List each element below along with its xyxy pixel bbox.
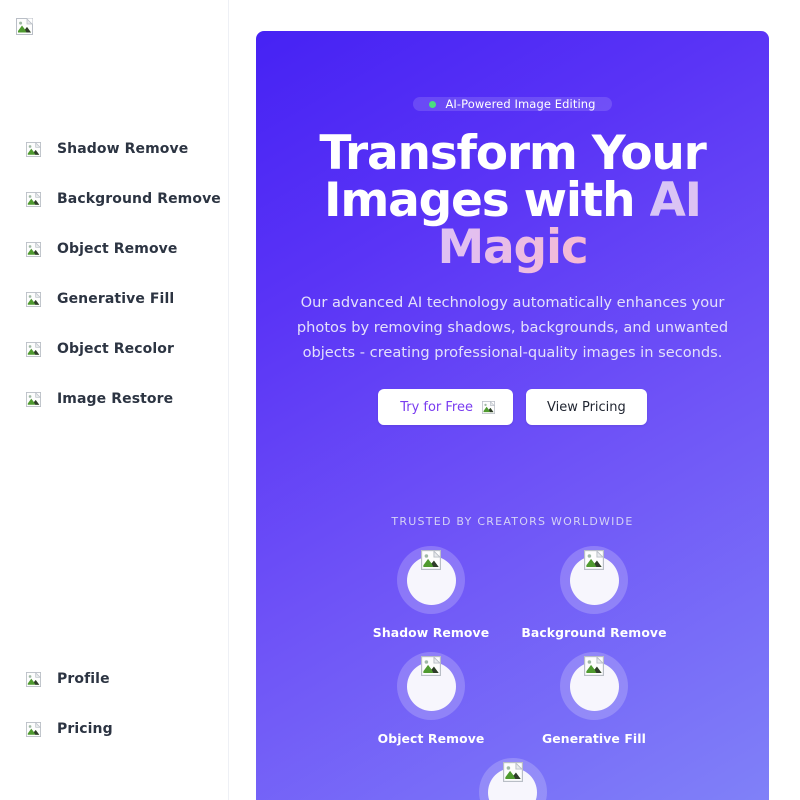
trusted-by-label: TRUSTED BY CREATORS WORLDWIDE (391, 515, 634, 528)
main-content: AI-Powered Image Editing Transform Your … (229, 0, 800, 800)
broken-image-icon (26, 241, 41, 257)
feature-circle (406, 549, 456, 605)
logo-broken-image-icon[interactable] (16, 18, 33, 35)
broken-image-icon (26, 341, 41, 357)
sidebar-item-profile[interactable]: Profile (0, 654, 228, 704)
sidebar-item-label: Object Remove (57, 241, 178, 257)
feature-shadow-remove[interactable]: Shadow Remove (350, 546, 513, 640)
broken-image-icon (26, 291, 41, 307)
feature-generative-fill[interactable]: Generative Fill (513, 652, 676, 746)
feature-grid: Shadow Remove Background Remove Object R… (293, 546, 733, 800)
view-pricing-button[interactable]: View Pricing (525, 389, 647, 425)
broken-image-icon (481, 400, 495, 414)
feature-ring (560, 652, 628, 720)
badge-dot-icon (429, 100, 437, 108)
broken-image-icon (26, 671, 41, 687)
sidebar-item-object-remove[interactable]: Object Remove (0, 224, 228, 274)
sidebar-item-generative-fill[interactable]: Generative Fill (0, 274, 228, 324)
sidebar-item-label: Profile (57, 671, 110, 687)
sidebar-bottom-nav: Profile Pricing (0, 654, 228, 800)
sidebar-item-shadow-remove[interactable]: Shadow Remove (0, 124, 228, 174)
sidebar-item-label: Image Restore (57, 391, 174, 407)
sidebar-item-label: Pricing (57, 721, 113, 737)
feature-background-remove[interactable]: Background Remove (513, 546, 676, 640)
sidebar-item-label: Background Remove (57, 191, 221, 207)
sidebar-item-image-restore[interactable]: Image Restore (0, 374, 228, 424)
sidebar-primary-nav: Shadow Remove Background Remove Object R… (0, 120, 228, 424)
hero-panel: AI-Powered Image Editing Transform Your … (256, 31, 769, 800)
feature-label: Shadow Remove (372, 625, 490, 640)
feature-circle (569, 549, 619, 605)
status-badge: AI-Powered Image Editing (413, 97, 612, 111)
sidebar-item-label: Object Recolor (57, 341, 174, 357)
feature-ring (560, 546, 628, 614)
feature-label: Background Remove (521, 625, 667, 640)
badge-label: AI-Powered Image Editing (445, 97, 596, 111)
sidebar-item-pricing[interactable]: Pricing (0, 704, 228, 754)
feature-ring (397, 652, 465, 720)
hero-description: Our advanced AI technology automatically… (296, 294, 729, 361)
feature-circle (569, 655, 619, 711)
sidebar-item-background-remove[interactable]: Background Remove (0, 174, 228, 224)
broken-image-icon (584, 655, 604, 676)
feature-ring (478, 758, 547, 800)
feature-object-recolor[interactable]: Object Recolor (431, 758, 594, 800)
broken-image-icon (26, 191, 41, 207)
feature-label: Generative Fill (542, 731, 646, 746)
cta-button-row: Try for Free View Pricing (378, 389, 647, 425)
sidebar-item-label: Shadow Remove (57, 141, 189, 157)
broken-image-icon (26, 391, 41, 407)
app-root: Shadow Remove Background Remove Object R… (0, 0, 800, 800)
sidebar-item-label: Generative Fill (57, 291, 175, 307)
sidebar: Shadow Remove Background Remove Object R… (0, 0, 229, 800)
sidebar-logo-area (0, 0, 228, 120)
view-pricing-label: View Pricing (546, 399, 626, 415)
feature-circle (488, 761, 537, 800)
sidebar-item-object-recolor[interactable]: Object Recolor (0, 324, 228, 374)
broken-image-icon (26, 721, 41, 737)
broken-image-icon (584, 549, 604, 570)
try-for-free-label: Try for Free (400, 399, 473, 415)
feature-ring (397, 546, 465, 614)
feature-object-remove[interactable]: Object Remove (350, 652, 513, 746)
feature-circle (406, 655, 456, 711)
broken-image-icon (421, 549, 441, 570)
try-for-free-button[interactable]: Try for Free (378, 389, 513, 425)
broken-image-icon (26, 141, 41, 157)
broken-image-icon (502, 761, 523, 782)
feature-label: Object Remove (377, 731, 485, 746)
page-title: Transform Your Images with AI Magic (270, 130, 755, 271)
broken-image-icon (421, 655, 441, 676)
